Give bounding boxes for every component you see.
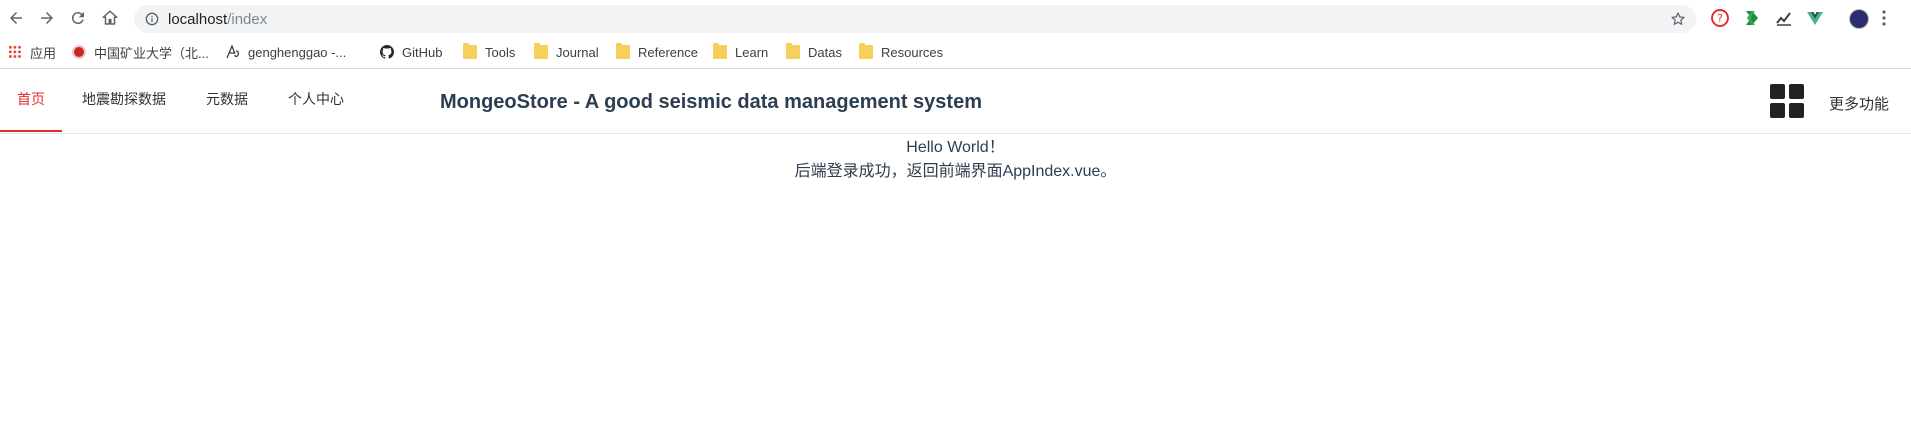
bookmark-blog[interactable]: genghenggao -... [226,43,346,61]
blog-logo-icon [226,45,240,59]
folder-icon [534,43,548,59]
page-title: MongeoStore - A good seismic data manage… [440,91,982,113]
folder-icon [786,43,800,59]
more-vert-icon[interactable] [1880,9,1888,27]
svg-text:?: ? [1717,12,1723,25]
more-features-link[interactable]: 更多功能 [1829,93,1889,114]
folder-icon [616,43,630,59]
folder-icon [859,43,873,59]
bookmark-label: 应用 [30,45,57,61]
bookmark-folder-tools[interactable]: Tools [463,43,515,61]
profile-avatar[interactable] [1849,9,1869,29]
arrow-left-icon [10,12,22,24]
extension-green-icon[interactable] [1743,9,1761,27]
app-header: 首页 地震勘探数据 元数据 个人中心 MongeoStore - A good … [0,69,1911,134]
bookmark-university[interactable]: 中国矿业大学（北... [72,43,209,61]
browser-toolbar: localhost/index ? [0,0,1911,36]
github-icon [380,45,394,59]
bookmark-label: Datas [808,44,842,60]
home-button[interactable] [98,5,122,31]
main-content: Hello World！ 后端登录成功，返回前端界面AppIndex.vue。 [0,134,1911,184]
bookmark-folder-journal[interactable]: Journal [534,43,599,61]
reload-icon [71,12,84,25]
reload-button[interactable] [66,5,90,31]
nav-seismic-data[interactable]: 地震勘探数据 [62,69,186,130]
nav-home[interactable]: 首页 [0,69,62,132]
folder-icon [713,43,727,59]
nav-user-center[interactable]: 个人中心 [268,69,364,130]
bookmark-apps[interactable]: 应用 [8,43,56,61]
nav-metadata[interactable]: 元数据 [186,69,268,130]
folder-icon [463,43,477,59]
nav-label: 地震勘探数据 [82,91,166,107]
bookmarks-bar: 应用 中国矿业大学（北... genghenggao -... GitHub T… [0,36,1911,69]
login-success-text: 后端登录成功，返回前端界面AppIndex.vue。 [794,163,1117,180]
url-path: /index [227,11,268,28]
apps-grid-icon [8,45,22,59]
bookmark-label: Resources [881,44,944,60]
bookmark-label: Reference [638,44,698,60]
url-text[interactable]: localhost/index [168,11,267,28]
bookmark-label: genghenggao -... [248,44,347,60]
bookmark-github[interactable]: GitHub [380,43,442,61]
arrow-right-icon [41,12,53,24]
extension-chart-icon[interactable] [1775,9,1793,27]
bookmark-label: Journal [556,44,599,60]
bookmark-label: 中国矿业大学（北... [94,45,209,61]
nav-label: 首页 [17,91,45,107]
university-logo-icon [72,45,86,59]
home-icon [102,10,118,25]
bookmark-label: Learn [735,44,769,60]
bookmark-folder-learn[interactable]: Learn [713,43,768,61]
bookmark-folder-resources[interactable]: Resources [859,43,943,61]
vue-devtools-icon[interactable] [1806,9,1824,27]
hello-text: Hello World！ [906,139,1005,156]
bookmark-label: GitHub [402,44,443,60]
apps-menu-icon[interactable] [1770,84,1804,118]
url-host: localhost [168,11,228,28]
info-icon[interactable] [145,12,159,26]
extension-red-icon[interactable]: ? [1711,9,1729,27]
bookmark-folder-reference[interactable]: Reference [616,43,698,61]
forward-button[interactable] [35,5,59,31]
nav-label: 个人中心 [288,91,344,107]
address-bar[interactable]: localhost/index [134,5,1696,33]
bookmark-folder-datas[interactable]: Datas [786,43,842,61]
back-button[interactable] [4,5,28,31]
nav-label: 元数据 [206,91,248,107]
bookmark-label: Tools [485,44,516,60]
bookmark-star-icon[interactable] [1670,11,1686,27]
